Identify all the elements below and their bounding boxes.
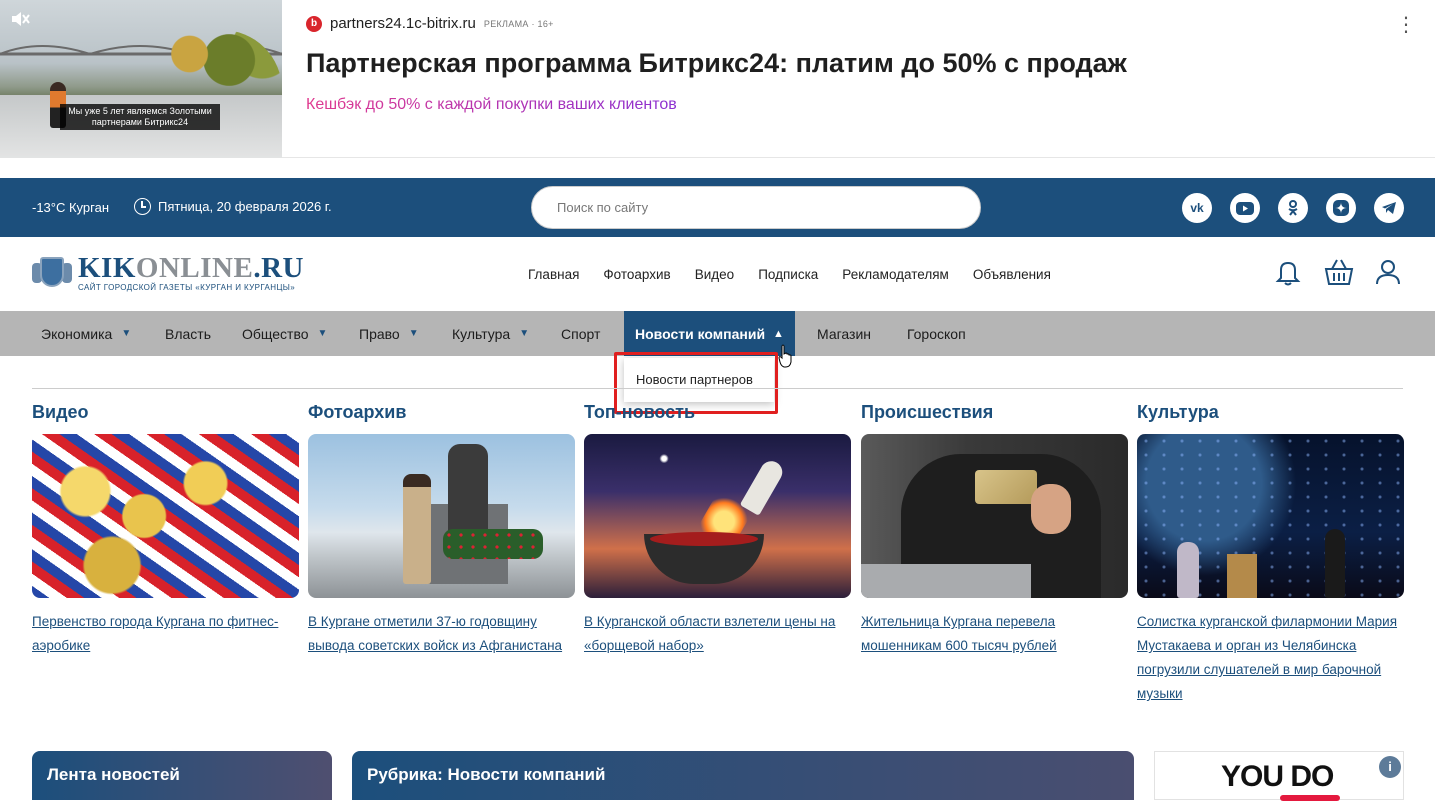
news-title-link[interactable]: В Курганской области взлетели цены на «б… (584, 610, 851, 658)
youdo-logo: YOU DO (1221, 760, 1334, 793)
city-emblem-icon (32, 253, 72, 293)
dropdown-triangle-icon: ▼ (121, 328, 132, 339)
main-nav: Главная Фотоархив Видео Подписка Рекламо… (528, 267, 1051, 282)
ad-source[interactable]: b partners24.1c-bitrix.ru РЕКЛАМА · 16+ (306, 15, 554, 32)
nav-home[interactable]: Главная (528, 267, 579, 282)
basket-icon[interactable] (1323, 257, 1354, 287)
news-column-incidents: Происшествия Жительница Кургана перевела… (861, 402, 1128, 658)
category-law[interactable]: Право ▼ (359, 311, 419, 356)
logo-ru: .RU (253, 252, 304, 284)
category-society[interactable]: Общество ▼ (242, 311, 327, 356)
header-icons (1273, 257, 1403, 287)
dropdown-triangle-icon: ▼ (519, 328, 530, 339)
news-column-top-news: Топ-новость В Курганской области взлетел… (584, 402, 851, 658)
current-date: Пятница, 20 февраля 2026 г. (158, 199, 332, 214)
youdo-ad[interactable]: YOU DO i (1154, 751, 1404, 801)
ad-domain[interactable]: partners24.1c-bitrix.ru (330, 15, 476, 32)
column-heading[interactable]: Видео (32, 402, 299, 426)
user-icon[interactable] (1373, 257, 1403, 287)
rubric-header: Рубрика: Новости компаний (352, 751, 1134, 800)
search-input[interactable] (531, 186, 981, 229)
more-options-icon[interactable]: ⋮ (1396, 12, 1417, 37)
logo-online: ONLINE (135, 252, 254, 284)
category-power[interactable]: Власть (165, 311, 211, 356)
clock-icon (134, 198, 151, 215)
youtube-icon[interactable] (1230, 193, 1260, 223)
odnoklassniki-icon[interactable] (1278, 193, 1308, 223)
news-column-photo-archive: Фотоархив В Кургане отметили 37-ю годовщ… (308, 402, 575, 658)
dropdown-triangle-up-icon: ▲ (773, 327, 784, 340)
news-thumbnail[interactable] (32, 434, 299, 598)
weather-info: -13°C Курган (32, 200, 110, 215)
social-links: vk (1182, 193, 1404, 223)
mute-icon[interactable] (10, 10, 32, 28)
news-column-video: Видео Первенство города Кургана по фитне… (32, 402, 299, 658)
section-divider (32, 388, 1403, 389)
logo-kik: KIK (78, 252, 136, 284)
news-title-link[interactable]: Первенство города Кургана по фитнес-аэро… (32, 610, 299, 658)
news-title-link[interactable]: Жительница Кургана перевела мошенникам 6… (861, 610, 1128, 658)
news-feed-header: Лента новостей (32, 751, 332, 800)
category-culture[interactable]: Культура ▼ (452, 311, 529, 356)
trees-graphic (150, 30, 282, 90)
site-header: KIKONLINE.RU САЙТ ГОРОДСКОЙ ГАЗЕТЫ «КУРГ… (0, 237, 1435, 311)
news-thumbnail[interactable] (1137, 434, 1404, 598)
logo-subtitle: САЙТ ГОРОДСКОЙ ГАЗЕТЫ «КУРГАН И КУРГАНЦЫ… (78, 283, 296, 292)
column-heading[interactable]: Топ-новость (584, 402, 851, 426)
news-thumbnail[interactable] (308, 434, 575, 598)
news-column-culture: Культура Солистка курганской филармонии … (1137, 402, 1404, 706)
youdo-underline (1280, 795, 1340, 801)
column-heading[interactable]: Фотоархив (308, 402, 575, 426)
vk-icon[interactable]: vk (1182, 193, 1212, 223)
ad-image-caption: Мы уже 5 лет являемся Золотыми партнерам… (60, 104, 220, 130)
dropdown-triangle-icon: ▼ (408, 328, 419, 339)
nav-advertisers[interactable]: Рекламодателям (842, 267, 949, 282)
ad-tag: РЕКЛАМА · 16+ (483, 18, 554, 29)
hand-cursor-icon (778, 344, 792, 368)
site-logo[interactable]: KIKONLINE.RU САЙТ ГОРОДСКОЙ ГАЗЕТЫ «КУРГ… (32, 253, 304, 293)
category-sport[interactable]: Спорт (561, 311, 600, 356)
category-horoscope[interactable]: Гороскоп (907, 311, 966, 356)
top-bar: -13°C Курган Пятница, 20 февраля 2026 г.… (0, 178, 1435, 237)
ad-subtitle[interactable]: Кешбэк до 50% с каждой покупки ваших кли… (306, 96, 677, 114)
category-economy[interactable]: Экономика ▼ (41, 311, 131, 356)
category-shop[interactable]: Магазин (817, 311, 871, 356)
column-heading[interactable]: Культура (1137, 402, 1404, 426)
column-heading[interactable]: Происшествия (861, 402, 1128, 426)
bell-icon[interactable] (1273, 257, 1303, 287)
news-title-link[interactable]: Солистка курганской филармонии Мария Мус… (1137, 610, 1404, 706)
ad-banner[interactable]: Мы уже 5 лет являемся Золотыми партнерам… (0, 0, 1435, 158)
news-title-link[interactable]: В Кургане отметили 37-ю годовщину вывода… (308, 610, 575, 658)
dzen-icon[interactable] (1326, 193, 1356, 223)
nav-video[interactable]: Видео (695, 267, 734, 282)
nav-subscription[interactable]: Подписка (758, 267, 818, 282)
ad-image[interactable]: Мы уже 5 лет являемся Золотыми партнерам… (0, 0, 282, 158)
nav-classifieds[interactable]: Объявления (973, 267, 1051, 282)
news-thumbnail[interactable] (861, 434, 1128, 598)
telegram-icon[interactable] (1374, 193, 1404, 223)
category-company-news[interactable]: Новости компаний ▲ (624, 311, 795, 356)
date-info: Пятница, 20 февраля 2026 г. (134, 198, 332, 215)
ad-title[interactable]: Партнерская программа Битрикс24: платим … (306, 48, 1127, 79)
news-thumbnail[interactable] (584, 434, 851, 598)
dropdown-triangle-icon: ▼ (317, 328, 328, 339)
ad-info-icon[interactable]: i (1379, 756, 1401, 778)
bitrix-logo-icon: b (306, 15, 322, 32)
nav-photo-archive[interactable]: Фотоархив (603, 267, 670, 282)
category-bar: Экономика ▼ Власть Общество ▼ Право ▼ Культ… (0, 311, 1435, 356)
